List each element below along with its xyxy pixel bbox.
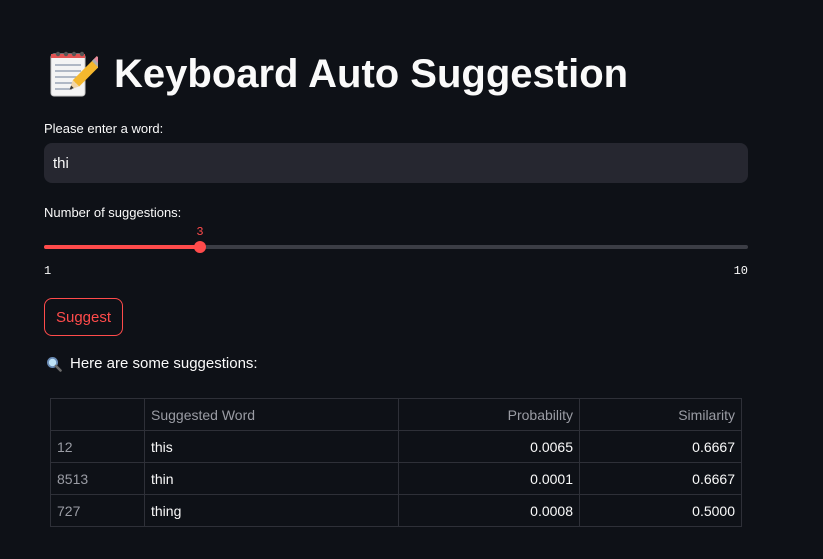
row-index: 8513 <box>50 462 145 495</box>
results-message-text: Here are some suggestions: <box>70 355 258 372</box>
table-header-row: Suggested Word Probability Similarity <box>50 398 742 431</box>
column-header-probability[interactable]: Probability <box>398 398 580 431</box>
table-row: 8513 thin 0.0001 0.6667 <box>50 462 742 495</box>
column-header-similarity[interactable]: Similarity <box>579 398 742 431</box>
page-title-text: Keyboard Auto Suggestion <box>114 51 629 96</box>
table-row: 12 this 0.0065 0.6667 <box>50 430 742 463</box>
probability-cell[interactable]: 0.0008 <box>398 494 580 527</box>
table-row: 727 thing 0.0008 0.5000 <box>50 494 742 527</box>
column-header-suggested-word[interactable]: Suggested Word <box>144 398 399 431</box>
slider-max-label: 10 <box>733 264 748 278</box>
similarity-cell[interactable]: 0.6667 <box>579 430 742 463</box>
app-page: Keyboard Auto Suggestion Please enter a … <box>0 0 823 559</box>
suggested-word-cell[interactable]: this <box>144 430 399 463</box>
suggestion-count-slider[interactable]: 3 1 10 <box>44 225 748 278</box>
probability-cell[interactable]: 0.0065 <box>398 430 580 463</box>
page-title: Keyboard Auto Suggestion <box>46 44 628 104</box>
column-header-index[interactable] <box>50 398 145 431</box>
row-index: 727 <box>50 494 145 527</box>
word-input[interactable] <box>44 143 748 183</box>
slider-value: 3 <box>196 225 204 239</box>
word-input-label: Please enter a word: <box>44 121 164 136</box>
magnifier-icon <box>47 356 62 372</box>
suggest-button[interactable]: Suggest <box>44 298 123 336</box>
slider-min-label: 1 <box>44 264 52 278</box>
row-index: 12 <box>50 430 145 463</box>
probability-cell[interactable]: 0.0001 <box>398 462 580 495</box>
similarity-cell[interactable]: 0.5000 <box>579 494 742 527</box>
memo-pencil-icon <box>50 51 98 97</box>
suggested-word-cell[interactable]: thin <box>144 462 399 495</box>
slider-fill <box>44 245 200 249</box>
similarity-cell[interactable]: 0.6667 <box>579 462 742 495</box>
suggested-word-cell[interactable]: thing <box>144 494 399 527</box>
slider-thumb[interactable] <box>194 241 206 253</box>
suggestion-count-label: Number of suggestions: <box>44 205 182 220</box>
suggestions-table: Suggested Word Probability Similarity 12… <box>50 398 742 527</box>
results-message: Here are some suggestions: <box>46 355 258 372</box>
